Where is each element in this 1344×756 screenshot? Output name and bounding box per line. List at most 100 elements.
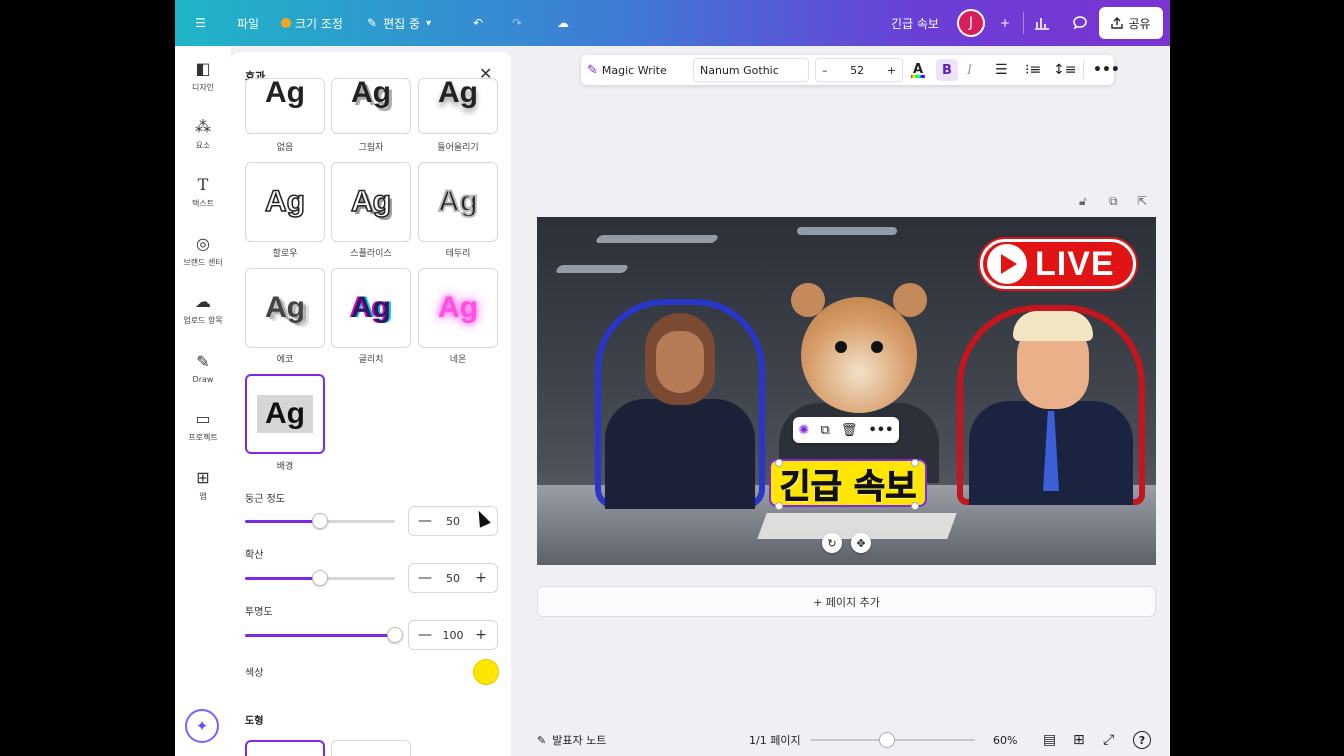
effect-tile-splice[interactable]: Ag — [331, 162, 411, 242]
resize-handle[interactable] — [911, 459, 919, 467]
font-selector[interactable]: Nanum Gothic — [693, 58, 809, 82]
rail-item-design[interactable]: ◧ 디자인 — [175, 50, 231, 104]
magic-sparkle-icon[interactable]: ✦ — [185, 709, 219, 743]
cloud-icon[interactable]: ☁ — [557, 0, 569, 46]
font-size-value[interactable]: 52 — [850, 64, 864, 77]
text-color-button[interactable]: A — [911, 55, 925, 85]
slider-knob[interactable] — [387, 627, 403, 643]
line-spacing-icon[interactable]: ↕≡ — [1053, 55, 1076, 85]
effect-tile-neon[interactable]: Ag — [418, 268, 498, 348]
resize-button[interactable]: 크기 조정 — [281, 0, 343, 46]
minus-icon[interactable]: — — [417, 570, 433, 586]
effect-tile-background[interactable]: Ag — [245, 374, 325, 454]
slider-knob[interactable] — [312, 570, 328, 586]
spread-value[interactable]: 50 — [446, 572, 460, 585]
shape-tile[interactable] — [331, 740, 411, 756]
resize-handle[interactable] — [775, 502, 783, 510]
rail-label: 디자인 — [191, 83, 215, 92]
rotate-icon[interactable]: ↻ — [822, 533, 842, 553]
headline-text-box[interactable]: 긴급 속보 — [769, 459, 927, 507]
duplicate-page-icon[interactable]: ⧉ — [1109, 194, 1118, 209]
rail-item-projects[interactable]: ▭ 프로젝트 — [175, 400, 231, 454]
add-page-button[interactable]: + 페이지 추가 — [537, 586, 1156, 617]
undo-icon[interactable]: ↶ — [473, 0, 483, 46]
color-swatch[interactable] — [473, 659, 499, 685]
slider-knob[interactable] — [312, 513, 328, 529]
play-triangle — [1001, 254, 1017, 274]
minus-icon[interactable]: — — [417, 513, 433, 529]
effect-sample: Ag — [438, 291, 478, 324]
effect-tile-outline[interactable]: Ag — [418, 162, 498, 242]
magic-edit-icon[interactable]: ✺ — [799, 423, 810, 438]
zoom-knob[interactable] — [879, 732, 895, 748]
person-right-image[interactable] — [957, 305, 1145, 505]
effect-tile-shadow[interactable]: Ag — [331, 78, 411, 134]
rail-item-apps[interactable]: ⊞ 앱 — [175, 459, 231, 513]
transparency-value[interactable]: 100 — [443, 629, 464, 642]
more-icon[interactable]: ••• — [868, 423, 893, 438]
presenter-notes-button[interactable]: ✎ 발표자 노트 — [537, 724, 606, 756]
grid-view-icon[interactable]: ⊞ — [1073, 724, 1085, 756]
font-size-stepper[interactable]: – 52 + — [815, 58, 903, 82]
add-page-icon[interactable]: ⇱ — [1137, 194, 1147, 208]
plus-icon[interactable]: + — [473, 570, 489, 586]
font-size-increase[interactable]: + — [887, 64, 896, 77]
avatar[interactable]: J — [957, 9, 985, 37]
bold-button[interactable]: B — [936, 59, 958, 81]
comment-icon[interactable] — [1065, 0, 1095, 46]
file-menu[interactable]: 파일 — [237, 0, 259, 46]
effect-tile-none[interactable]: Ag — [245, 78, 325, 134]
design-canvas[interactable]: LIVE ✺ ⧉ 🗑︎ ••• 긴급 속보 ↻ ✥ — [537, 217, 1156, 565]
rail-item-uploads[interactable]: ☁ 업로드 항목 — [175, 283, 231, 337]
bullet-list-icon[interactable]: ⁝≡ — [1025, 55, 1041, 85]
page-view-icon[interactable]: ▤ — [1043, 724, 1056, 756]
align-center-icon[interactable]: ☰ — [995, 55, 1008, 85]
resize-handle[interactable] — [775, 459, 783, 467]
effect-tile-lift[interactable]: Ag — [418, 78, 498, 134]
document-title[interactable]: 긴급 속보 — [891, 0, 939, 46]
magic-write-button[interactable]: ✎ Magic Write — [587, 55, 667, 85]
live-badge[interactable]: LIVE — [980, 239, 1136, 289]
share-button[interactable]: 공유 — [1099, 7, 1163, 39]
page-count[interactable]: 1/1 페이지 — [749, 724, 801, 756]
elements-icon: ⁂ — [195, 117, 211, 136]
more-options-icon[interactable]: ••• — [1093, 55, 1120, 85]
roundness-slider[interactable] — [245, 513, 395, 529]
trash-icon[interactable]: 🗑︎ — [841, 423, 858, 438]
duplicate-icon[interactable]: ⧉ — [821, 423, 830, 438]
person-left-image[interactable] — [595, 299, 765, 509]
rail-item-text[interactable]: T 텍스트 — [175, 166, 231, 220]
transparency-stepper[interactable]: — 100 + — [408, 620, 498, 650]
spread-slider[interactable] — [245, 570, 395, 586]
insights-icon[interactable] — [1027, 0, 1057, 46]
resize-label: 크기 조정 — [295, 16, 343, 31]
effect-tile-hollow[interactable]: Ag — [245, 162, 325, 242]
redo-icon[interactable]: ↷ — [512, 0, 522, 46]
font-size-decrease[interactable]: – — [822, 64, 828, 77]
rail-label: 업로드 항목 — [183, 316, 223, 325]
effect-tile-glitch[interactable]: Ag — [331, 268, 411, 348]
fullscreen-icon[interactable]: ⤢ — [1103, 724, 1114, 756]
help-icon[interactable]: ? — [1133, 731, 1151, 749]
rail-item-brand[interactable]: ◎ 브랜드 센터 — [175, 225, 231, 279]
rail-item-elements[interactable]: ⁂ 요소 — [175, 108, 231, 162]
effect-tile-echo[interactable]: Ag — [245, 268, 325, 348]
spread-stepper[interactable]: — 50 + — [408, 563, 498, 593]
add-collaborator-icon[interactable]: + — [993, 0, 1017, 46]
headline-text[interactable]: 긴급 속보 — [779, 459, 917, 508]
hamburger-icon[interactable]: ☰ — [195, 0, 206, 46]
resize-handle[interactable] — [911, 502, 919, 510]
italic-button[interactable]: I — [967, 55, 972, 85]
lock-icon[interactable]: 🔓︎ — [1079, 194, 1087, 209]
roundness-value[interactable]: 50 — [446, 515, 460, 528]
edit-mode-button[interactable]: ✎ 편집 중 ▾ — [367, 0, 431, 46]
zoom-value[interactable]: 60% — [993, 724, 1017, 756]
hamster-image[interactable] — [779, 283, 939, 483]
plus-icon[interactable]: + — [473, 627, 489, 643]
rail-item-draw[interactable]: ✎ Draw — [175, 342, 231, 396]
transparency-slider[interactable] — [245, 627, 403, 643]
minus-icon[interactable]: — — [417, 627, 433, 643]
shape-tile[interactable] — [245, 740, 325, 756]
move-icon[interactable]: ✥ — [851, 533, 871, 553]
ceiling-light — [797, 227, 897, 235]
